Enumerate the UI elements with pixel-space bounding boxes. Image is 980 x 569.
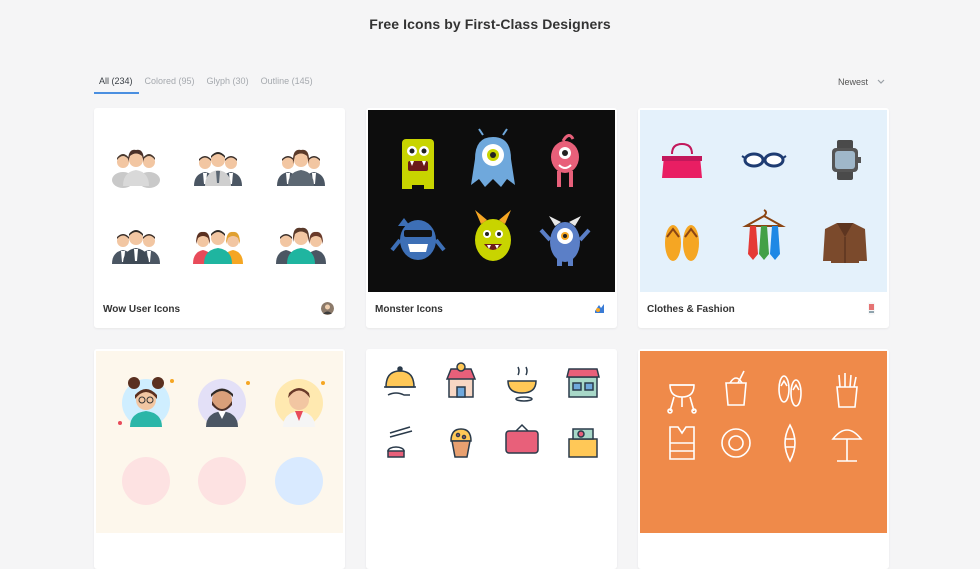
surfboard-icon xyxy=(784,423,796,463)
sort-dropdown[interactable]: Newest xyxy=(838,77,885,87)
cupcake-icon xyxy=(450,428,472,458)
icon-pack-card[interactable] xyxy=(638,349,889,569)
ties-icon xyxy=(742,209,786,260)
card-title[interactable]: Monster Icons xyxy=(375,304,443,315)
storefront-icon xyxy=(566,368,600,398)
tab-all[interactable]: All (234) xyxy=(94,76,139,94)
closed-sign-icon xyxy=(505,423,539,454)
life-jacket-icon xyxy=(669,426,695,460)
card-thumbnail xyxy=(96,110,343,292)
filter-tabs: All (234) Colored (95) Glyph (30) Outlin… xyxy=(94,76,319,94)
card-title[interactable]: Wow User Icons xyxy=(103,304,180,315)
icon-pack-card-wow-user-icons[interactable]: Wow User Icons xyxy=(94,108,345,328)
lifebuoy-icon xyxy=(721,428,751,458)
user-group-icon xyxy=(277,149,325,186)
monster-icon xyxy=(471,128,515,187)
fashion-icons-preview xyxy=(662,140,867,263)
glasses-icon xyxy=(741,152,787,168)
tab-colored[interactable]: Colored (95) xyxy=(139,76,201,94)
monster-icon xyxy=(551,134,579,187)
avatar-man-icon xyxy=(198,379,250,427)
umbrella-icon xyxy=(831,429,863,462)
fries-icon xyxy=(836,373,858,408)
icon-pack-card[interactable] xyxy=(94,349,345,569)
restaurant-icons-preview xyxy=(384,362,600,458)
tab-glyph[interactable]: Glyph (30) xyxy=(201,76,255,94)
user-group-icon xyxy=(112,230,160,264)
avatar-icons-preview xyxy=(118,377,325,505)
tab-outline[interactable]: Outline (145) xyxy=(255,76,319,94)
chevron-down-icon xyxy=(877,79,885,84)
avatar-man-icon xyxy=(275,379,325,427)
sort-label: Newest xyxy=(838,77,869,87)
card-thumbnail xyxy=(368,110,615,292)
flip-flops-icon xyxy=(665,225,699,261)
user-group-icon xyxy=(276,227,326,264)
icon-pack-card-clothes-fashion[interactable]: Clothes & Fashion xyxy=(638,108,889,328)
cloche-icon xyxy=(384,366,416,396)
coat-icon xyxy=(823,223,867,263)
monster-icon xyxy=(539,216,591,266)
user-group-icons-preview xyxy=(112,149,326,264)
flip-flops-icon xyxy=(778,375,802,407)
watch-icon xyxy=(832,140,861,180)
handbag-icon xyxy=(662,142,702,178)
sushi-icon xyxy=(387,426,413,458)
icon-pack-card-monster-icons[interactable]: Monster Icons xyxy=(366,108,617,328)
card-thumbnail xyxy=(640,351,887,533)
card-thumbnail xyxy=(640,110,887,292)
user-group-icon xyxy=(194,152,242,186)
user-group-icon xyxy=(112,149,160,188)
author-avatar-icon[interactable] xyxy=(321,302,334,315)
card-thumbnail xyxy=(96,351,343,533)
beach-icons-preview xyxy=(667,370,863,463)
author-avatar-icon[interactable] xyxy=(865,302,878,315)
avatar-woman-icon xyxy=(118,377,174,427)
icon-pack-card[interactable] xyxy=(366,349,617,569)
grill-icon xyxy=(667,384,697,414)
card-thumbnail xyxy=(368,351,615,533)
page-title: Free Icons by First-Class Designers xyxy=(369,16,611,32)
soup-bowl-icon xyxy=(507,366,537,402)
monster-icons-preview xyxy=(390,128,591,266)
monster-icon xyxy=(402,139,434,189)
shop-icon xyxy=(445,362,477,398)
register-icon xyxy=(568,428,598,458)
user-group-icon xyxy=(193,230,243,264)
monster-icon xyxy=(475,210,511,261)
author-avatar-icon[interactable] xyxy=(593,302,606,315)
monster-icon xyxy=(390,218,446,260)
cocktail-icon xyxy=(725,370,747,406)
card-title[interactable]: Clothes & Fashion xyxy=(647,304,735,315)
